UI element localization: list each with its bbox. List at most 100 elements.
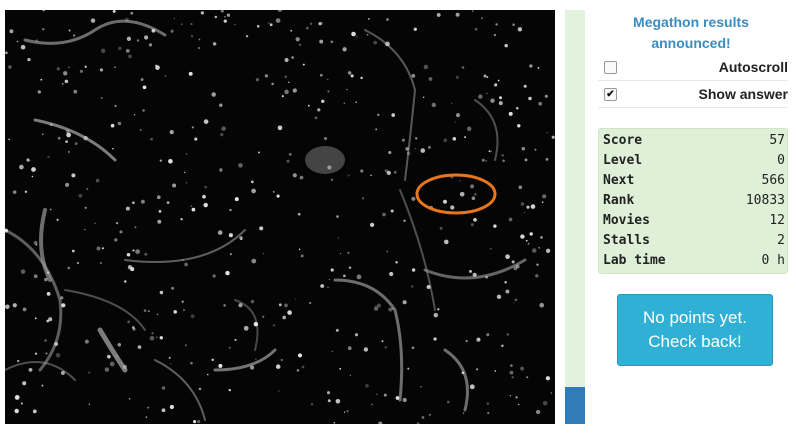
speck [84,65,87,68]
speck [535,409,541,415]
speck [56,218,59,221]
speck [159,290,164,295]
speck [368,18,370,20]
speck [86,187,89,191]
speck [112,10,116,13]
speck [8,138,10,141]
speck [217,230,223,235]
speck [272,324,276,327]
speck [470,184,475,189]
speck [168,356,171,359]
microscopy-movie-frame[interactable] [5,10,555,424]
stat-value: 10833 [745,193,785,208]
speck [20,402,23,405]
speck [14,408,19,414]
show-answer-checkbox[interactable]: ✔ [604,88,617,101]
speck [502,159,505,163]
speck [214,15,218,19]
speck [250,365,255,370]
speck [212,42,217,46]
stat-row-movies: Movies 12 [599,211,787,231]
speck [299,43,302,46]
autoscroll-option[interactable]: Autoscroll [598,54,788,81]
speck [530,204,536,209]
speck [550,392,552,394]
speck [84,228,86,231]
speck [65,129,70,134]
stat-value: 0 [777,153,785,168]
speck [512,23,515,27]
speck [488,150,491,153]
speck [323,137,328,141]
speck [150,137,153,141]
check-back-button[interactable]: No points yet. Check back! [617,294,773,366]
speck [287,310,292,315]
speck [337,237,340,239]
speck [190,23,193,26]
speck [100,262,102,264]
speck [115,221,119,225]
speck [335,399,341,404]
speck [469,384,475,390]
speck [255,358,257,360]
movie-progress-bar[interactable] [565,10,585,424]
speck [521,146,526,151]
stat-key: Score [603,133,643,148]
speck [537,67,540,69]
speck [264,74,269,78]
speck [114,104,117,108]
speck [109,361,115,367]
speck [415,137,418,140]
speck [282,315,287,320]
speck [5,51,8,55]
speck [321,99,325,104]
speck [291,56,294,59]
speck [518,185,523,190]
speck [493,224,497,228]
stat-row-rank: Rank 10833 [599,191,787,211]
speck [180,218,183,221]
speck [131,326,135,329]
speck [41,384,44,387]
speck [320,73,323,77]
speck [382,212,386,217]
speck [125,206,130,211]
speck [171,286,175,290]
speck [173,18,176,20]
speck [534,148,537,151]
speck [271,82,274,86]
speck [310,403,314,406]
speck [246,35,249,38]
speck [343,102,345,104]
speck [402,300,407,305]
speck [437,308,440,311]
speck [68,66,70,69]
speck [251,258,257,264]
bright-specks [5,10,555,424]
speck [170,29,174,33]
speck [494,370,497,372]
speck [411,285,414,288]
speck [190,34,194,38]
speck [456,113,460,118]
announcement-link[interactable]: Megathon results announced! [594,12,788,54]
speck [46,292,51,296]
speck [238,163,243,168]
speck [125,49,130,53]
autoscroll-checkbox[interactable] [604,61,617,74]
speck [8,65,12,69]
speck [339,252,342,255]
speck [327,399,331,403]
vessel-strands [5,19,527,421]
speck [517,124,521,128]
speck [444,239,449,245]
speck [351,31,356,37]
speck [234,23,236,26]
speck [510,364,513,367]
show-answer-option[interactable]: ✔ Show answer [598,81,788,108]
speck [42,10,45,12]
speck [20,269,26,274]
speck [45,352,48,355]
speck [361,197,365,200]
speck [262,252,265,255]
